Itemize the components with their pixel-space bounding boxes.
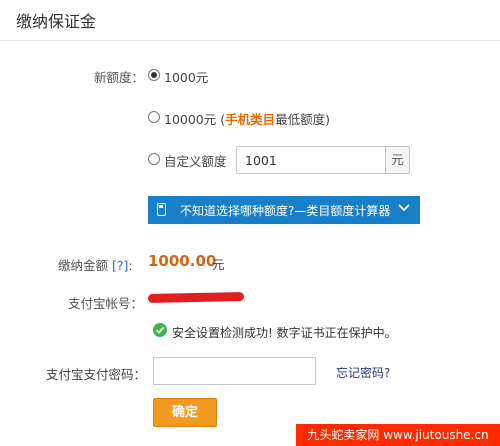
page-header: 缴纳保证金 (0, 0, 500, 41)
help-link[interactable]: [?] (112, 258, 128, 273)
check-circle-icon (153, 323, 167, 337)
radio-custom[interactable] (148, 153, 160, 165)
alipay-account-label: 支付宝帐号： (68, 296, 144, 311)
security-message: 安全设置检测成功! 数字证书正在保护中。 (172, 326, 397, 340)
watermark-banner: 九头蛇卖家网 www.jiutoushe.cn (296, 424, 500, 446)
forgot-password-link[interactable]: 忘记密码? (336, 364, 390, 381)
pay-amount-unit: 元 (212, 257, 225, 272)
chevron-down-icon (398, 202, 410, 216)
calculator-icon (157, 203, 166, 216)
custom-amount-input[interactable] (236, 146, 386, 174)
redacted-account (147, 291, 245, 304)
confirm-button[interactable]: 确定 (153, 398, 217, 427)
page-title: 缴纳保证金 (16, 12, 97, 31)
option-10000-label: 10000元 (手机类目最低额度) (164, 112, 331, 127)
pay-amount-label: 缴纳金额 [?]: (58, 258, 133, 273)
pay-amount-value: 1000.00 (148, 252, 217, 270)
option-custom-label: 自定义额度 (164, 154, 227, 169)
custom-amount-unit: 元 (385, 146, 410, 174)
radio-10000[interactable] (148, 111, 160, 123)
quota-calculator-bar[interactable]: 不知道选择哪种额度?—类目额度计算器 (148, 196, 420, 224)
mobile-category-highlight: 手机类目 (225, 112, 276, 127)
option-1000-label: 1000元 (164, 70, 209, 85)
password-input[interactable] (153, 357, 316, 385)
password-label: 支付宝支付密码： (46, 367, 147, 382)
new-quota-label: 新额度： (94, 70, 145, 85)
radio-1000[interactable] (148, 69, 160, 81)
calculator-text: 不知道选择哪种额度?—类目额度计算器 (180, 204, 391, 218)
